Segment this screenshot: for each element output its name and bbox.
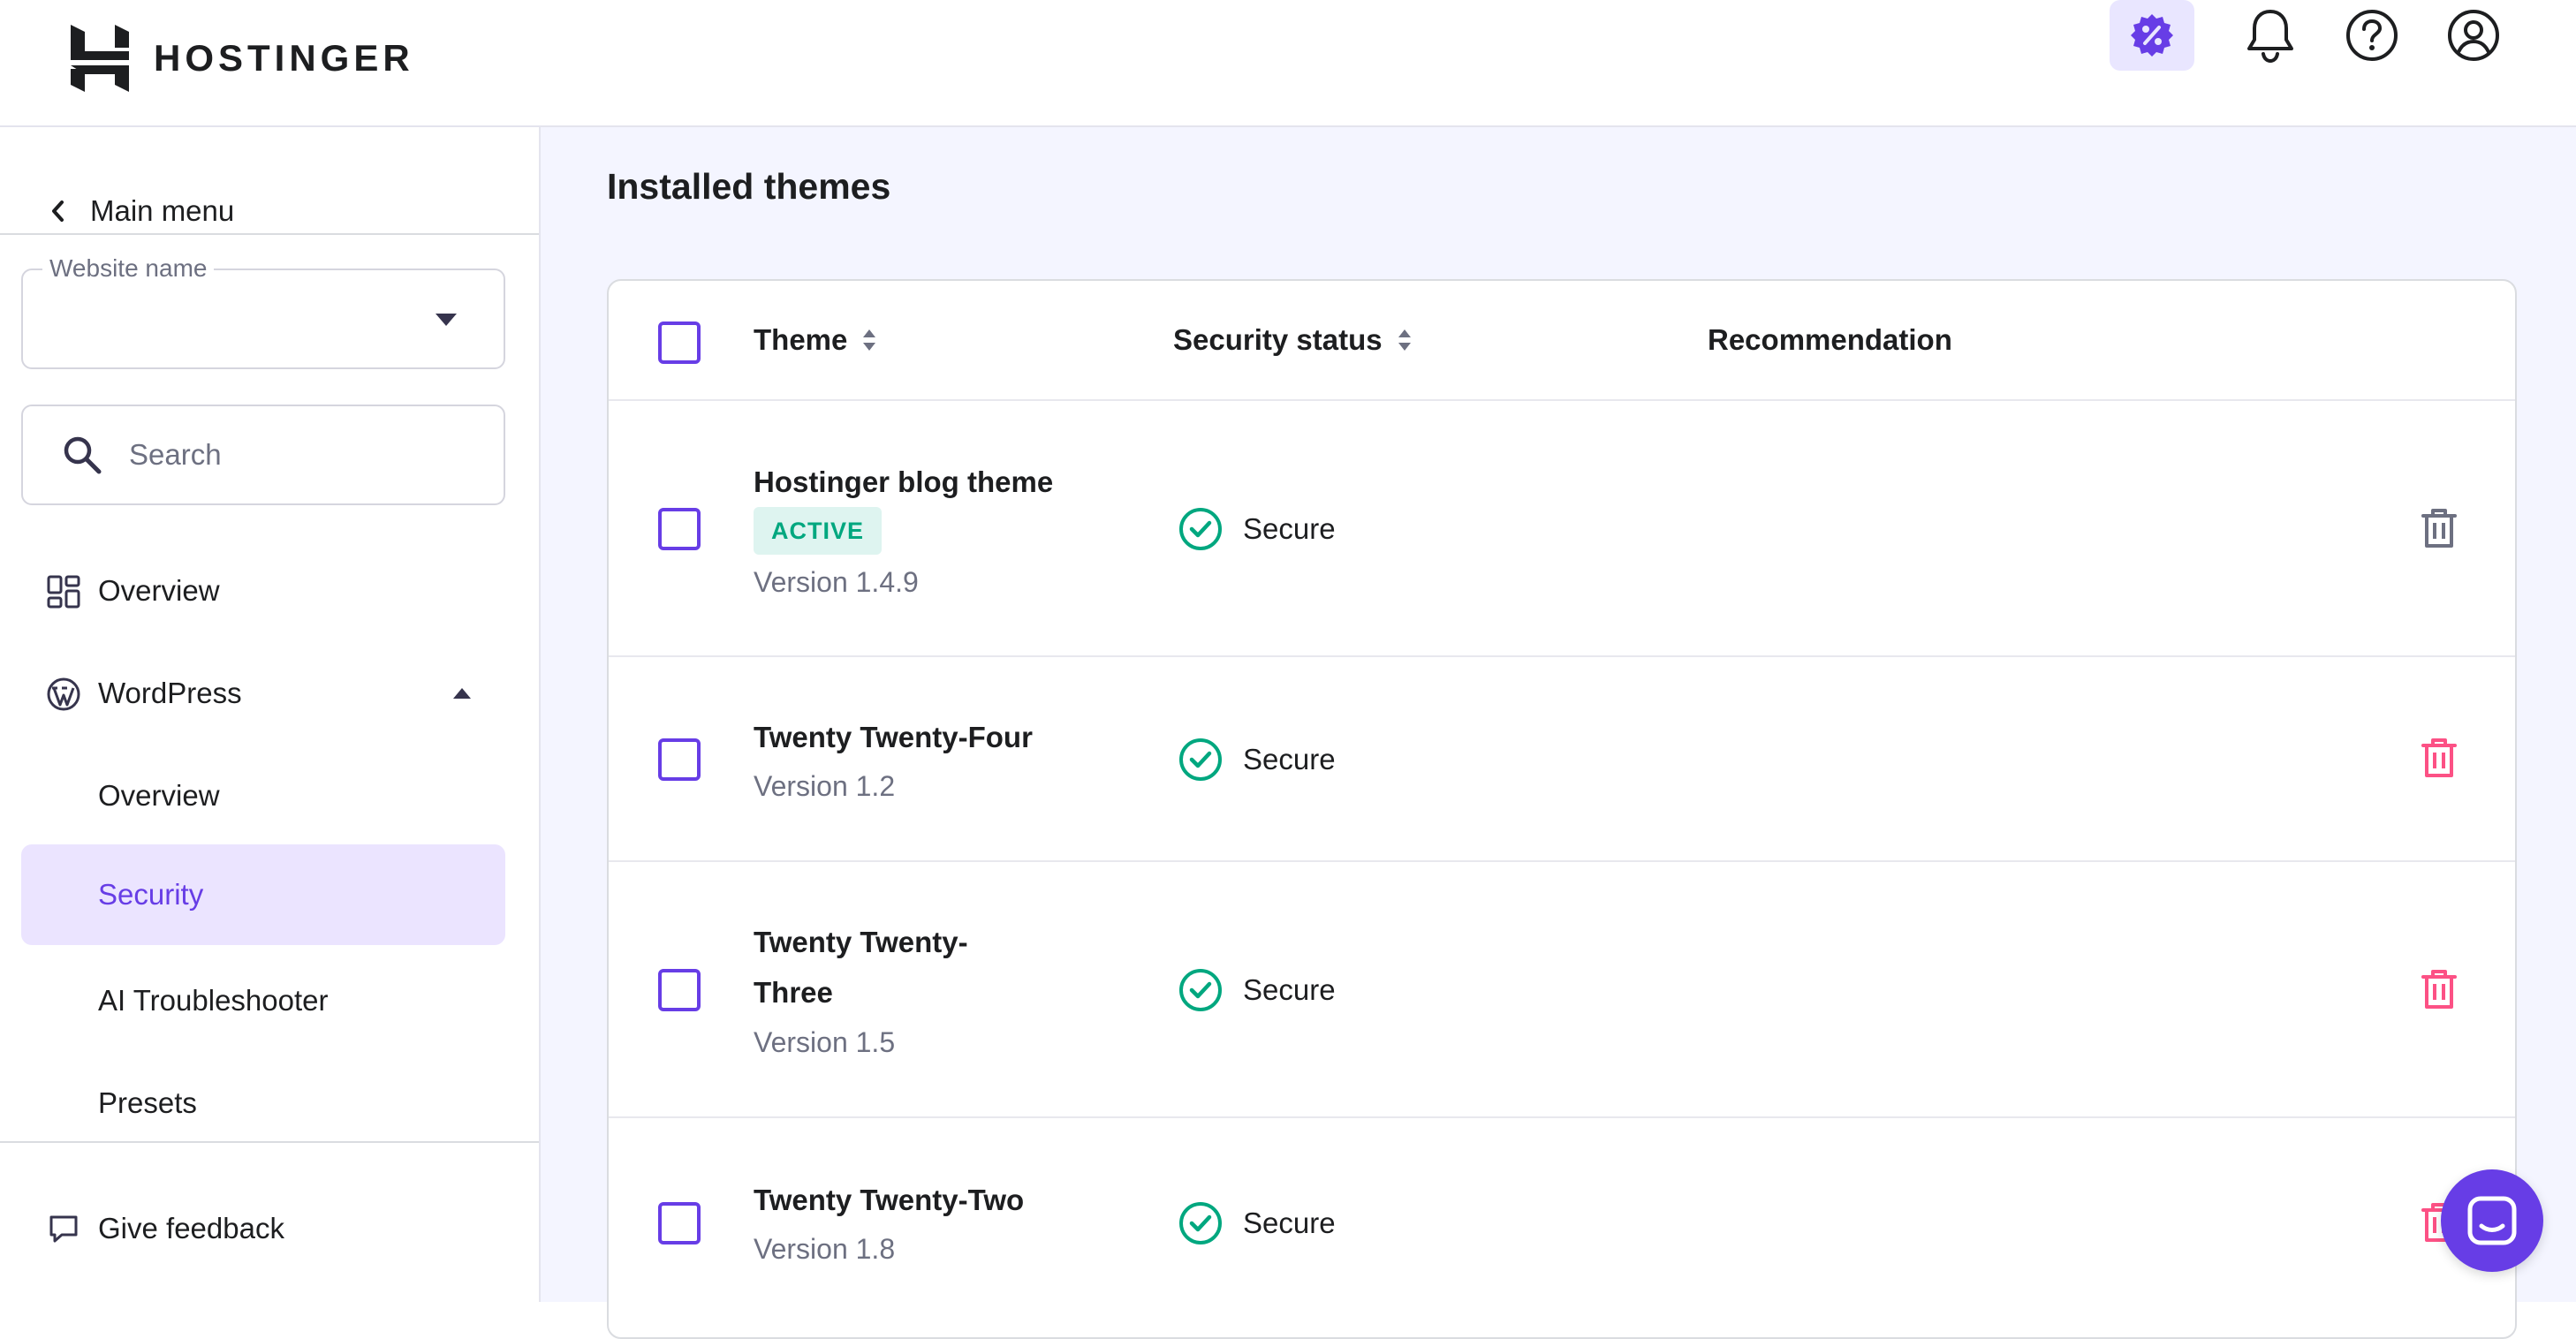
sidebar-item-label: Overview [98, 779, 220, 812]
sidebar-subitem-security[interactable]: Security [21, 844, 505, 945]
sidebar: Main menu Website name Overview [0, 127, 541, 1302]
row-checkbox[interactable] [658, 738, 701, 781]
table-row: Twenty Twenty-Two Version 1.8 Secure [609, 1118, 2515, 1323]
help-icon [2346, 10, 2398, 61]
sidebar-subitem-presets[interactable]: Presets [21, 1053, 505, 1154]
row-checkbox[interactable] [658, 1202, 701, 1244]
bell-icon [2247, 10, 2293, 64]
chat-icon [2467, 1196, 2517, 1245]
hostinger-logo-icon [71, 25, 129, 92]
delete-icon[interactable] [2420, 968, 2459, 1010]
chat-launcher-button[interactable] [2441, 1169, 2543, 1272]
sidebar-subitem-ai-troubleshooter[interactable]: AI Troubleshooter [21, 950, 505, 1051]
check-circle-icon [1179, 969, 1222, 1011]
theme-name-line2: Three [754, 976, 833, 1009]
check-circle-icon [1179, 1202, 1222, 1244]
feedback-icon [49, 1215, 78, 1243]
theme-name: Hostinger blog theme [754, 465, 1054, 498]
account-button[interactable] [2438, 0, 2509, 71]
dashboard-icon [47, 575, 80, 609]
security-status-label: Secure [1243, 973, 1336, 1006]
main-menu-back-link[interactable]: Main menu [49, 189, 234, 233]
delete-icon[interactable] [2420, 737, 2459, 779]
check-circle-icon [1179, 738, 1222, 781]
sort-icon [863, 329, 876, 351]
theme-version: Version 1.4.9 [754, 566, 919, 598]
brand-name: HOSTINGER [154, 37, 414, 79]
column-header-theme[interactable]: Theme [754, 323, 877, 357]
theme-version: Version 1.2 [754, 770, 896, 802]
security-status: Secure [1178, 506, 1336, 552]
column-header-recommendation: Recommendation [1708, 323, 1952, 357]
security-status: Secure [1178, 737, 1336, 783]
security-status-label: Secure [1243, 743, 1336, 775]
security-status: Secure [1178, 967, 1336, 1013]
sidebar-item-label: Overview [98, 574, 220, 607]
themes-table: Theme Security status Recommendation Hos [607, 279, 2517, 1339]
divider [0, 1141, 539, 1143]
select-all-checkbox[interactable] [658, 322, 701, 364]
sort-icon [1398, 329, 1411, 351]
sidebar-item-overview[interactable]: Overview [21, 541, 505, 641]
search-input[interactable] [127, 437, 463, 473]
theme-name: Twenty Twenty-Two [754, 1184, 1025, 1216]
column-header-security-status[interactable]: Security status [1173, 323, 1413, 357]
row-checkbox[interactable] [658, 969, 701, 1011]
row-checkbox[interactable] [658, 508, 701, 550]
table-row: Twenty Twenty- Three Version 1.5 Secure [609, 862, 2515, 1118]
table-row: Twenty Twenty-Four Version 1.2 Secure [609, 657, 2515, 862]
column-header-label: Recommendation [1708, 323, 1952, 356]
wordpress-icon [47, 677, 80, 711]
caret-down-icon [436, 314, 457, 326]
main-menu-label: Main menu [90, 194, 235, 227]
website-name-label: Website name [42, 254, 215, 283]
sidebar-item-label: WordPress [98, 677, 242, 709]
chevron-left-icon [52, 200, 64, 222]
website-name-select[interactable]: Website name [21, 254, 505, 369]
brand-logo[interactable]: HOSTINGER [71, 25, 414, 92]
sidebar-search[interactable] [21, 405, 505, 505]
theme-version: Version 1.8 [754, 1233, 896, 1265]
help-button[interactable] [2337, 0, 2407, 71]
give-feedback-label: Give feedback [98, 1212, 284, 1244]
active-badge: ACTIVE [754, 507, 883, 555]
sidebar-item-label: Security [98, 878, 204, 911]
sidebar-item-label: AI Troubleshooter [98, 984, 329, 1017]
theme-name: Twenty Twenty-Four [754, 721, 1033, 753]
discount-badge-icon [2131, 14, 2173, 57]
theme-name-line1: Twenty Twenty- [754, 926, 968, 958]
main-content: Installed themes Theme Security status R… [541, 127, 2576, 1339]
security-status-label: Secure [1243, 512, 1336, 545]
column-header-label: Theme [754, 323, 848, 356]
table-header: Theme Security status Recommendation [609, 281, 2515, 401]
discount-button[interactable] [2110, 0, 2194, 71]
security-status-label: Secure [1243, 1207, 1336, 1239]
divider [0, 233, 539, 235]
search-icon [64, 436, 102, 474]
sidebar-item-wordpress[interactable]: WordPress [21, 643, 505, 744]
theme-version: Version 1.5 [754, 1026, 896, 1058]
check-circle-icon [1179, 508, 1222, 550]
top-bar: HOSTINGER [0, 0, 2576, 127]
sidebar-item-label: Presets [98, 1086, 197, 1119]
account-icon [2448, 10, 2499, 61]
caret-up-icon [453, 688, 471, 699]
notifications-button[interactable] [2235, 0, 2306, 71]
security-status: Secure [1178, 1200, 1336, 1246]
table-row: Hostinger blog theme ACTIVE Version 1.4.… [609, 401, 2515, 657]
give-feedback-button[interactable]: Give feedback [21, 1178, 505, 1279]
page-title: Installed themes [607, 166, 891, 207]
sidebar-subitem-overview[interactable]: Overview [21, 745, 505, 846]
column-header-label: Security status [1173, 323, 1383, 356]
delete-icon [2421, 509, 2457, 548]
